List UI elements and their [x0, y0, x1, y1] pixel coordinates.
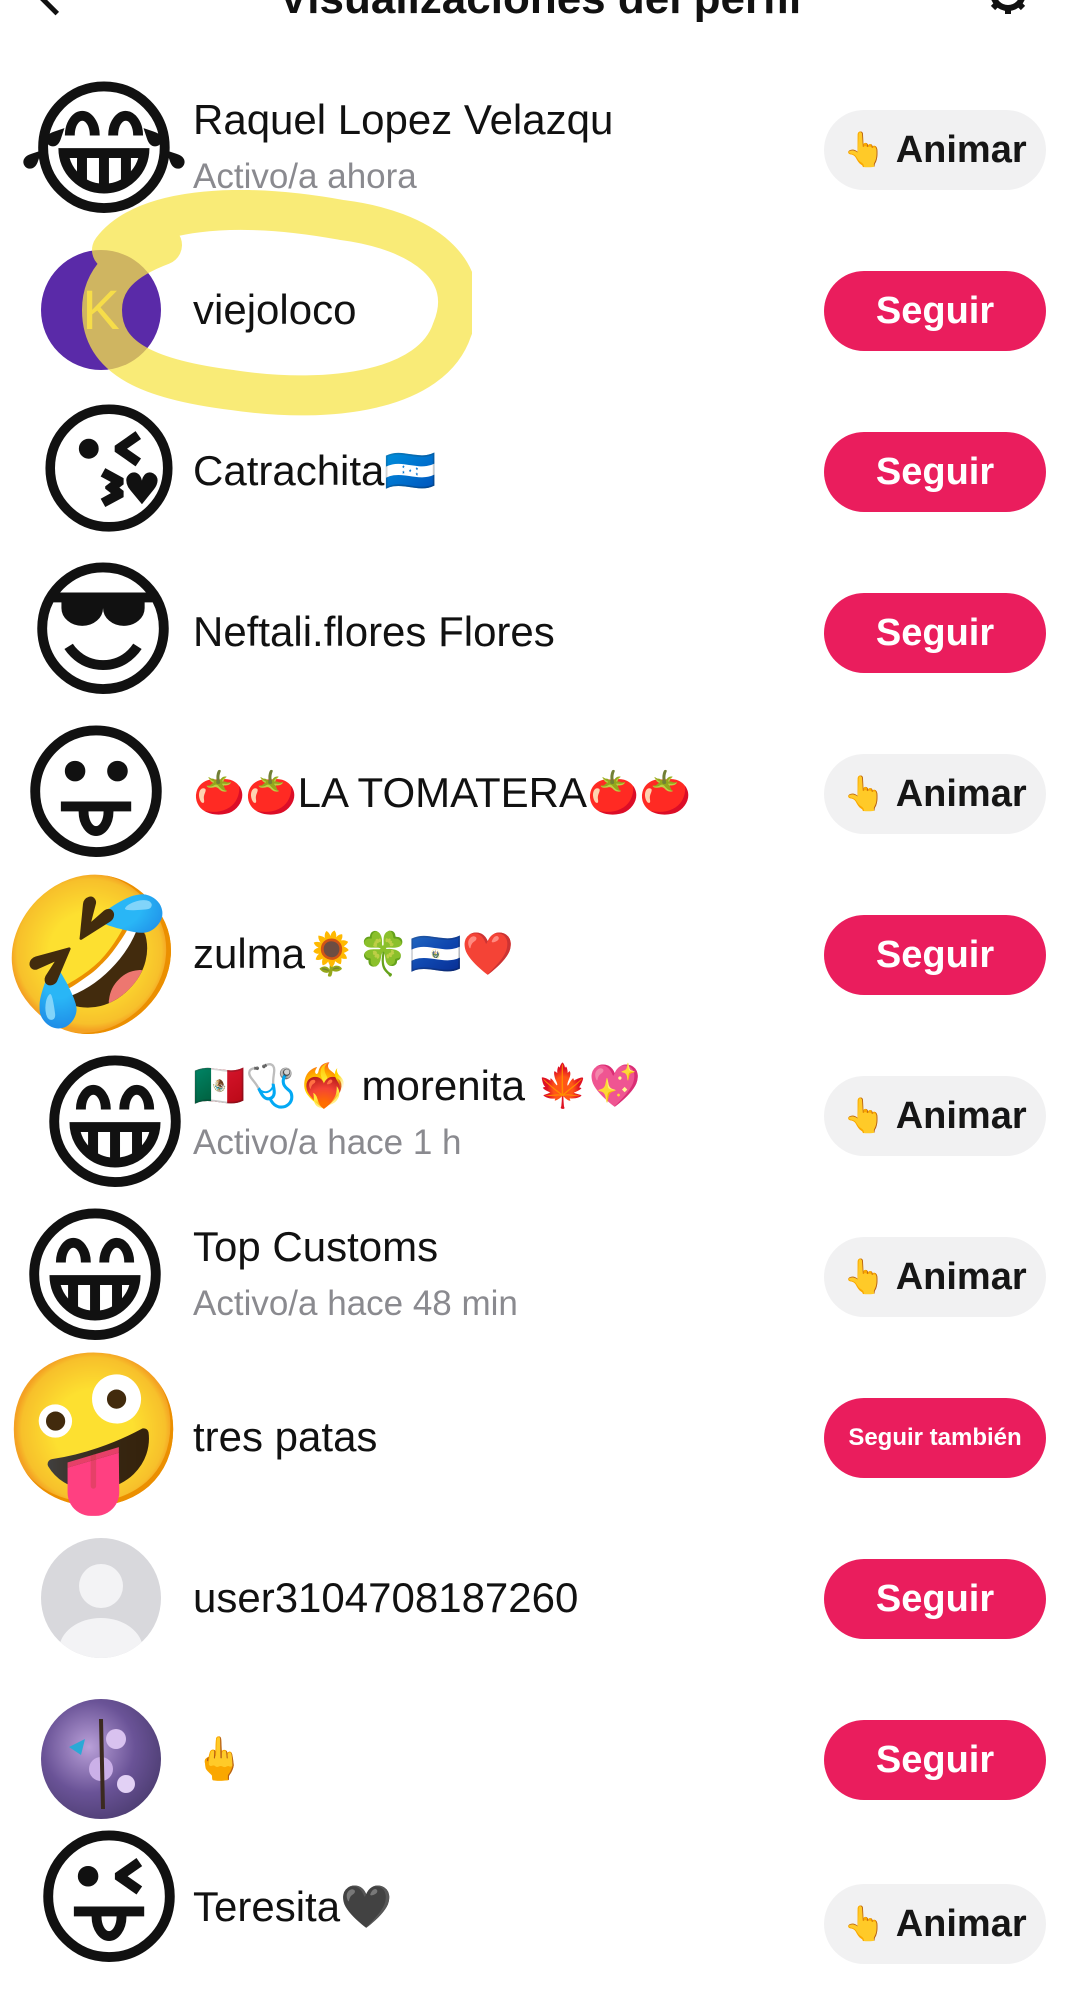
pointing-hand-icon: 👆 [843, 775, 886, 813]
follow-button[interactable]: Seguir [824, 271, 1046, 351]
cheer-button[interactable]: 👆 Animar [824, 754, 1046, 834]
list-item[interactable]: K viejoloco Seguir [0, 230, 1080, 391]
username[interactable]: user3104708187260 [193, 1574, 578, 1622]
list-item[interactable]: 😁 Top Customs Activo/a hace 48 min 👆 Ani… [0, 1196, 1080, 1357]
follow-button[interactable]: Seguir [824, 1720, 1046, 1800]
cheer-button-label: Animar [895, 1094, 1027, 1137]
top-bar: Visualizaciones del perfil [0, 0, 1080, 30]
avatar[interactable]: 😘 [24, 391, 194, 551]
avatar[interactable]: K [41, 250, 161, 370]
list-item[interactable]: 😁 🇲🇽🩺❤️‍🔥 morenita 🍁💖 Activo/a hace 1 h … [0, 1035, 1080, 1200]
username[interactable]: 🖕 [193, 1735, 245, 1784]
cheer-button-label: Animar [895, 1255, 1027, 1298]
avatar[interactable]: 😛 [10, 713, 182, 877]
list-item[interactable]: 😘 Catrachita🇭🇳 Seguir [0, 391, 1080, 552]
flower-photo-icon [69, 1718, 135, 1810]
username[interactable]: 🇲🇽🩺❤️‍🔥 morenita 🍁💖 [193, 1062, 641, 1111]
follow-button[interactable]: Seguir [824, 432, 1046, 512]
avatar[interactable]: 😂 [14, 69, 194, 233]
cheer-button-label: Animar [895, 772, 1027, 815]
username[interactable]: tres patas [193, 1413, 377, 1461]
cheer-button[interactable]: 👆 Animar [824, 1884, 1046, 1964]
cheer-button-label: Animar [895, 128, 1027, 171]
avatar[interactable]: 🤣 [0, 874, 185, 1038]
list-item[interactable]: 😛 🍅🍅LA TOMATERA🍅🍅 👆 Animar [0, 713, 1080, 874]
avatar[interactable]: 😜 [24, 1818, 194, 1982]
cheer-button[interactable]: 👆 Animar [824, 1076, 1046, 1156]
username[interactable]: zulma🌻🍀🇸🇻❤️ [193, 930, 514, 979]
page-title: Visualizaciones del perfil [0, 0, 1080, 24]
list-item[interactable]: 😎 Neftali.flores Flores Seguir [0, 552, 1080, 713]
follow-back-button[interactable]: Seguir también [824, 1398, 1046, 1478]
default-user-icon [59, 1564, 143, 1658]
cheer-button-label: Animar [895, 1902, 1027, 1945]
activity-status: Activo/a hace 1 h [193, 1123, 462, 1162]
list-item[interactable]: 😜 Teresita🖤 👆 Animar [0, 1825, 1080, 2001]
pointing-hand-icon: 👆 [843, 131, 886, 169]
username[interactable]: Teresita🖤 [193, 1883, 392, 1932]
list-item[interactable]: 🤣 zulma🌻🍀🇸🇻❤️ Seguir [0, 874, 1080, 1035]
username[interactable]: Catrachita🇭🇳 [193, 447, 437, 496]
username[interactable]: Raquel Lopez Velazqu [193, 96, 613, 144]
avatar[interactable]: 🤪 [1, 1349, 188, 1513]
avatar-placeholder[interactable] [41, 1538, 161, 1658]
follow-button[interactable]: Seguir [824, 593, 1046, 673]
avatar-photo[interactable] [41, 1699, 161, 1819]
follow-button[interactable]: Seguir [824, 915, 1046, 995]
avatar[interactable]: 😁 [10, 1196, 180, 1360]
pointing-hand-icon: 👆 [843, 1097, 886, 1135]
avatar[interactable]: 😁 [30, 1043, 200, 1207]
gear-icon[interactable] [985, 0, 1031, 16]
list-item[interactable]: user3104708187260 Seguir [0, 1518, 1080, 1679]
pointing-hand-icon: 👆 [843, 1905, 886, 1943]
list-item[interactable]: 😂 Raquel Lopez Velazqu Activo/a ahora 👆 … [0, 69, 1080, 230]
follow-button[interactable]: Seguir [824, 1559, 1046, 1639]
activity-status: Activo/a hace 48 min [193, 1284, 518, 1323]
username[interactable]: 🍅🍅LA TOMATERA🍅🍅 [193, 769, 692, 818]
username[interactable]: viejoloco [193, 286, 356, 334]
cheer-button[interactable]: 👆 Animar [824, 1237, 1046, 1317]
pointing-hand-icon: 👆 [843, 1258, 886, 1296]
activity-status: Activo/a ahora [193, 157, 417, 196]
username[interactable]: Neftali.flores Flores [193, 608, 555, 656]
avatar[interactable]: 😎 [18, 552, 188, 712]
cheer-button[interactable]: 👆 Animar [824, 110, 1046, 190]
list-item[interactable]: 🤪 tres patas Seguir también [0, 1356, 1080, 1518]
username[interactable]: Top Customs [193, 1223, 438, 1271]
